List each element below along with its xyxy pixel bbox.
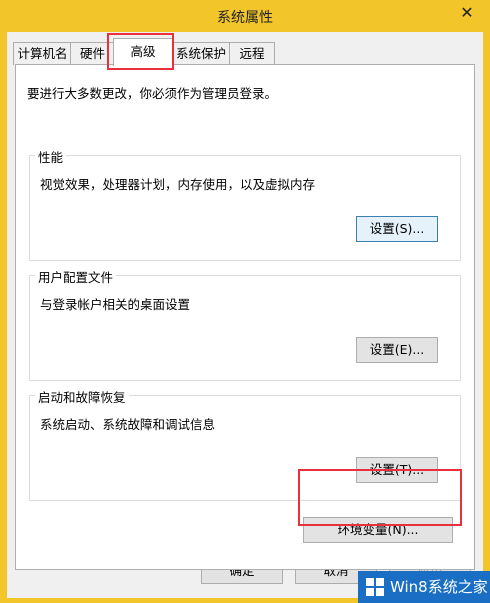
system-properties-window: 系统属性 ✕ 计算机名 硬件 高级 系统保护 远程 要进行大多数更改，你必须作为… — [0, 0, 490, 603]
watermark-text: Win8系统之家 — [390, 578, 488, 596]
tab-remote[interactable]: 远程 — [229, 42, 275, 65]
user-profiles-label: 用户配置文件 — [35, 267, 117, 286]
startup-recovery-description: 系统启动、系统故障和调试信息 — [40, 417, 216, 432]
tab-computer-name[interactable]: 计算机名 — [13, 42, 72, 65]
startup-recovery-label: 启动和故障恢复 — [35, 387, 129, 406]
title-bar[interactable]: 系统属性 ✕ — [0, 0, 490, 32]
user-profiles-description: 与登录帐户相关的桌面设置 — [40, 297, 191, 312]
environment-variables-highlight — [298, 469, 462, 526]
user-profiles-settings-button[interactable]: 设置(E)... — [356, 337, 438, 363]
watermark: Win8系统之家 — [358, 571, 490, 603]
user-profiles-group: 用户配置文件 与登录帐户相关的桌面设置 设置(E)... — [29, 267, 461, 381]
performance-label: 性能 — [35, 147, 67, 166]
advanced-tab-highlight — [107, 33, 174, 70]
admin-notice: 要进行大多数更改，你必须作为管理员登录。 — [27, 86, 278, 101]
performance-description: 视觉效果，处理器计划，内存使用，以及虚拟内存 — [40, 177, 316, 192]
tab-system-protection[interactable]: 系统保护 — [171, 42, 231, 65]
close-button[interactable]: ✕ — [456, 3, 478, 23]
windows-logo-icon — [366, 578, 384, 596]
window-title: 系统属性 — [217, 10, 273, 26]
close-icon: ✕ — [460, 3, 474, 22]
performance-settings-button[interactable]: 设置(S)... — [356, 216, 438, 242]
performance-group: 性能 视觉效果，处理器计划，内存使用，以及虚拟内存 设置(S)... — [29, 147, 461, 261]
